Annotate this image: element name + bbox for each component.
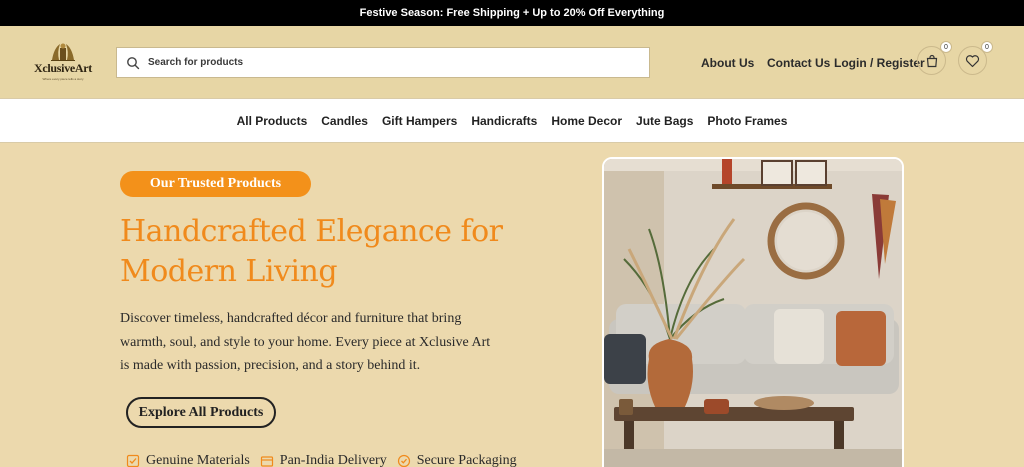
- contact-us-link[interactable]: Contact Us: [767, 56, 830, 70]
- wishlist-count-badge: 0: [981, 41, 993, 53]
- site-header: XclusiveArt Where every piece tells a st…: [0, 26, 1024, 98]
- living-room-illustration: [604, 159, 902, 467]
- feature-secure-packaging: Secure Packaging: [397, 453, 517, 467]
- nav-item-handicrafts[interactable]: Handicrafts: [471, 114, 537, 128]
- search-input[interactable]: [148, 57, 628, 68]
- secure-badge-icon: [397, 454, 410, 467]
- feature-label: Pan-India Delivery: [279, 453, 387, 467]
- feature-label: Genuine Materials: [146, 453, 250, 467]
- category-nav: All Products Candles Gift Hampers Handic…: [0, 98, 1024, 143]
- nav-item-all-products[interactable]: All Products: [237, 114, 308, 128]
- logo-text: XclusiveArt: [33, 61, 93, 75]
- feature-pan-india-delivery: Pan-India Delivery: [260, 453, 387, 467]
- nav-item-gift-hampers[interactable]: Gift Hampers: [382, 114, 457, 128]
- hero-living-room-image: [602, 157, 904, 467]
- hero-badge: Our Trusted Products: [120, 171, 311, 197]
- logo-emblem-icon: [51, 43, 75, 61]
- cart-count-badge: 0: [940, 41, 952, 53]
- site-logo[interactable]: XclusiveArt Where every piece tells a st…: [30, 40, 96, 86]
- heart-icon: [965, 54, 980, 67]
- nav-item-home-decor[interactable]: Home Decor: [551, 114, 622, 128]
- promo-text: Festive Season: Free Shipping + Up to 20…: [359, 7, 665, 19]
- nav-item-jute-bags[interactable]: Jute Bags: [636, 114, 693, 128]
- logo-tagline: Where every piece tells a story: [42, 77, 84, 81]
- feature-list: Genuine Materials Pan-India Delivery Sec…: [126, 453, 517, 467]
- hero-title: Handcrafted Elegance for Modern Living: [120, 212, 540, 292]
- delivery-box-icon: [260, 456, 273, 467]
- feature-label: Secure Packaging: [416, 453, 517, 467]
- feature-genuine-materials: Genuine Materials: [126, 453, 250, 467]
- hero-title-line2: Modern Living: [120, 254, 338, 289]
- about-us-link[interactable]: About Us: [701, 56, 754, 70]
- login-register-link[interactable]: Login / Register: [834, 56, 925, 70]
- wishlist-button[interactable]: 0: [958, 41, 993, 75]
- checklist-icon: [126, 454, 140, 467]
- promo-bar: Festive Season: Free Shipping + Up to 20…: [0, 0, 1024, 26]
- search-bar[interactable]: [116, 47, 650, 78]
- explore-all-products-button[interactable]: Explore All Products: [126, 397, 276, 428]
- search-icon[interactable]: [126, 56, 140, 70]
- hero-description: Discover timeless, handcrafted décor and…: [120, 311, 491, 373]
- shopping-bag-icon: [926, 54, 937, 67]
- nav-item-photo-frames[interactable]: Photo Frames: [707, 114, 787, 128]
- nav-item-candles[interactable]: Candles: [321, 114, 368, 128]
- cart-button[interactable]: 0: [917, 41, 952, 75]
- hero-title-line1: Handcrafted Elegance for: [120, 214, 503, 249]
